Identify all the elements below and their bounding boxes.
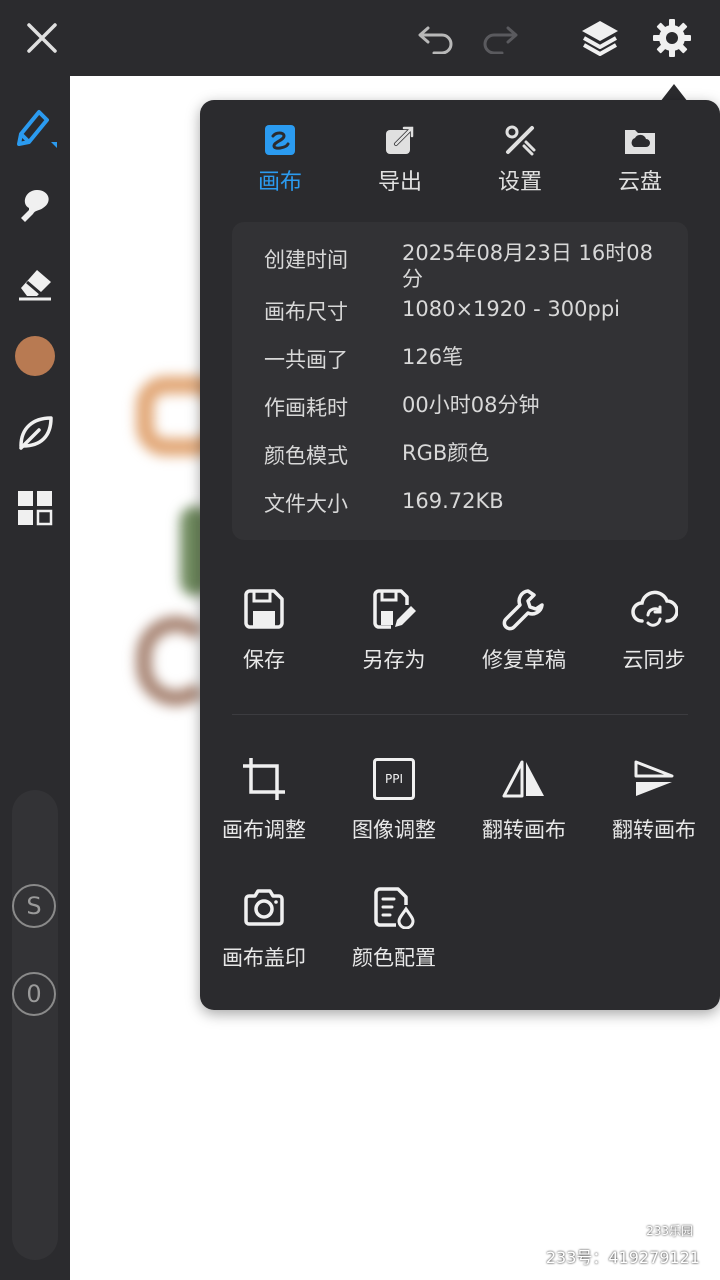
image-adjust-button[interactable]: PPI 图像调整 [334,754,454,844]
tab-cloud-drive[interactable]: 云盘 [590,122,690,196]
smudge-tool-icon[interactable] [13,182,57,226]
cloud-sync-icon [629,584,679,634]
info-value-duration: 00小时08分钟 [402,393,540,417]
flip-vertical-icon [629,754,679,804]
info-value-file-size: 169.72KB [402,489,504,513]
settings-tools-icon [502,122,538,158]
watermark: 233乐园 233号：419279121 [546,1220,700,1268]
cloud-drive-icon [622,122,658,158]
flip-canvas-vertical-button[interactable]: 翻转画布 [594,754,714,844]
crop-icon [239,754,289,804]
tab-settings[interactable]: 设置 [470,122,570,196]
watermark-badge: 233乐园 [639,1221,700,1240]
color-swatch[interactable] [13,334,57,378]
canvas-stamp-button[interactable]: 画布盖印 [204,882,324,972]
info-value-size: 1080×1920 - 300ppi [402,297,620,321]
info-value-strokes: 126笔 [402,345,464,369]
save-icon [239,584,289,634]
eraser-tool-icon[interactable] [13,260,57,304]
tool-sidebar: S 0 [0,76,70,1280]
info-key-size: 画布尺寸 [264,300,348,324]
tab-canvas[interactable]: 画布 [230,122,330,196]
canvas-info-panel: 创建时间 2025年08月23日 16时08分 画布尺寸 1080×1920 -… [232,222,688,540]
camera-icon [239,882,289,932]
layers-icon[interactable] [580,18,620,58]
grid-menu-icon[interactable] [13,486,57,530]
save-as-icon [369,584,419,634]
undo-icon[interactable] [416,18,456,58]
top-toolbar [0,0,720,76]
redo-icon[interactable] [480,18,520,58]
canvas-menu-popup: 画布 导出 设置 云盘 创建时间 2025年08月23日 16时08分 画布尺寸… [200,100,720,1010]
info-value-created: 2025年08月23日 16时08分 [402,241,654,291]
info-key-duration: 作画耗时 [264,396,348,420]
info-key-color-mode: 颜色模式 [264,444,348,468]
close-icon[interactable] [22,18,62,58]
export-icon [382,122,418,158]
flip-horizontal-icon [499,754,549,804]
repair-draft-button[interactable]: 修复草稿 [464,584,584,674]
zero-button[interactable]: 0 [12,972,56,1016]
color-config-button[interactable]: 颜色配置 [334,882,454,972]
ppi-badge: PPI [373,758,415,800]
brush-size-slider[interactable] [12,790,58,1260]
brush-tool-icon[interactable] [13,104,57,148]
watermark-text: 233号：419279121 [545,1248,700,1267]
gear-icon[interactable] [652,18,692,58]
info-value-color-mode: RGB颜色 [402,441,490,465]
info-key-strokes: 一共画了 [264,348,348,372]
section-divider [232,714,688,715]
color-config-icon [369,882,419,932]
flip-canvas-horizontal-button[interactable]: 翻转画布 [464,754,584,844]
info-key-file-size: 文件大小 [264,492,348,516]
wrench-icon [499,584,549,634]
save-as-button[interactable]: 另存为 [334,584,454,674]
s-button[interactable]: S [12,884,56,928]
cloud-sync-button[interactable]: 云同步 [594,584,714,674]
leaf-icon[interactable] [13,410,57,454]
tab-export[interactable]: 导出 [350,122,450,196]
info-key-created: 创建时间 [264,248,348,272]
canvas-adjust-button[interactable]: 画布调整 [204,754,324,844]
save-button[interactable]: 保存 [204,584,324,674]
ppi-icon: PPI [369,754,419,804]
canvas-icon [262,122,298,158]
